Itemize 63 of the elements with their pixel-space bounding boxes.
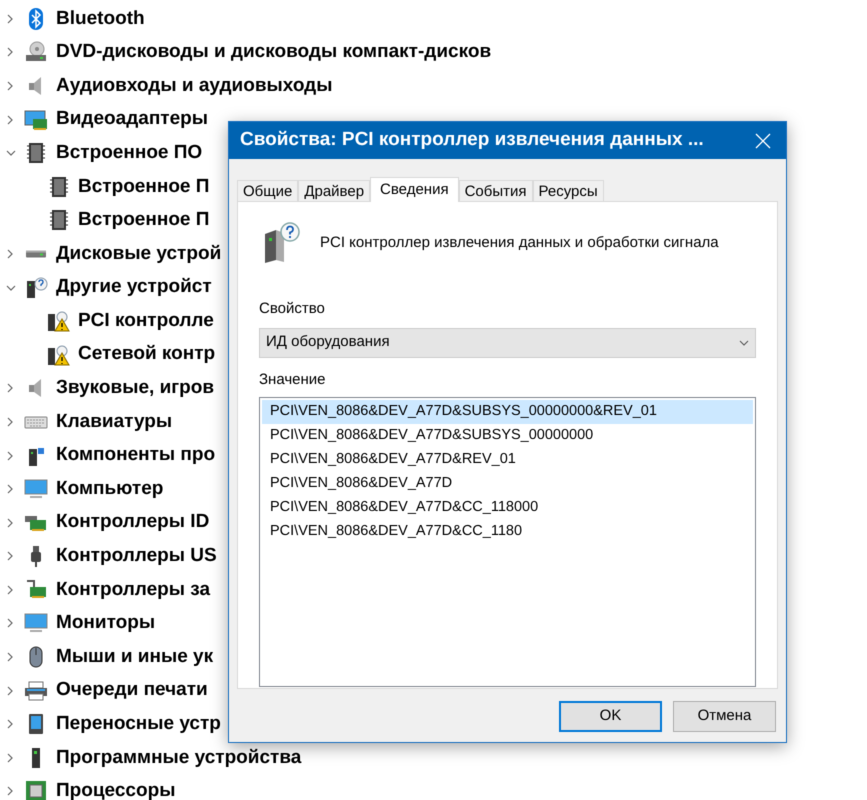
processor-icon — [25, 780, 47, 800]
list-item[interactable]: PCI\VEN_8086&DEV_A77D&CC_1180 — [262, 520, 753, 544]
tree-item[interactable]: Мыши и иные ук — [56, 642, 214, 672]
tree-item[interactable]: Очереди печати — [56, 676, 208, 705]
chip-icon — [49, 209, 69, 232]
tree-item[interactable]: Контроллеры за — [56, 576, 210, 604]
tree-item[interactable]: Переносные устр — [56, 710, 221, 739]
tree-item[interactable]: Сетевой контр — [78, 340, 216, 369]
chip-icon — [26, 142, 46, 164]
tree-item[interactable]: DVD-дисководы и дисководы компакт-дисков — [56, 38, 492, 67]
monitor-icon — [24, 478, 48, 500]
tree-item[interactable]: Встроенное П — [78, 172, 210, 202]
display-card-icon — [24, 108, 48, 131]
tree-item[interactable]: Клавиатуры — [56, 408, 172, 436]
chip-icon — [49, 176, 69, 198]
value-label: Значение — [259, 370, 327, 390]
tree-item[interactable]: PCI контролле — [78, 306, 214, 336]
chevron-down-icon — [739, 340, 749, 346]
list-item[interactable]: PCI\VEN_8086&DEV_A77D&SUBSYS_00000000 — [262, 424, 753, 448]
tree-item[interactable]: Контроллеры ID — [56, 508, 210, 537]
portable-device-icon — [26, 713, 46, 736]
dialog-button[interactable]: OK — [559, 701, 662, 732]
dialog-button[interactable]: Отмена — [673, 701, 776, 732]
tab[interactable]: События — [458, 180, 532, 201]
tab[interactable]: Драйвер — [298, 180, 370, 201]
tab[interactable]: Ресурсы — [532, 180, 604, 201]
close-icon — [755, 132, 771, 148]
tree-item[interactable]: Встроенное П — [78, 206, 210, 235]
property-label: Свойство — [259, 299, 326, 319]
printer-icon — [24, 680, 48, 702]
chevron-down-icon[interactable] — [6, 148, 16, 158]
tree-item[interactable]: Аудиовходы и аудиовыходы — [56, 72, 332, 100]
tab[interactable]: Сведения — [370, 177, 459, 202]
tree-item[interactable]: Компоненты про — [56, 441, 216, 470]
tree-item[interactable]: Встроенное ПО — [56, 138, 202, 168]
list-item[interactable]: PCI\VEN_8086&DEV_A77D — [262, 472, 753, 496]
warning-device-icon — [47, 344, 71, 366]
disk-drive-icon — [25, 250, 47, 258]
tree-item[interactable]: Дисковые устрой — [56, 240, 222, 268]
tree-item[interactable]: Процессоры — [56, 777, 176, 800]
list-item[interactable]: PCI\VEN_8086&DEV_A77D&SUBSYS_00000000&REV_01 — [262, 400, 753, 424]
bluetooth-icon — [26, 8, 46, 30]
tree-item[interactable]: Программные устройства — [56, 744, 302, 772]
tree-item[interactable]: Видеоадаптеры — [56, 105, 208, 134]
disc-drive-icon — [25, 41, 47, 64]
tree-item[interactable]: Другие устройст — [56, 273, 212, 302]
chevron-down-icon[interactable] — [6, 282, 16, 293]
device-name: PCI контроллер извлечения данных и обработки сигнала — [320, 232, 719, 253]
tree-item[interactable]: Bluetooth — [56, 4, 145, 34]
tab[interactable]: Общие — [237, 180, 298, 201]
monitor-icon — [24, 612, 48, 634]
unknown-device-icon — [24, 276, 48, 299]
window-title: Свойства: PCI контроллер извлечения данных ... — [240, 128, 704, 152]
controller-card-icon — [24, 578, 48, 601]
unknown-device-icon — [262, 222, 300, 264]
tree-item[interactable]: Мониторы — [56, 609, 156, 638]
warning-device-icon — [47, 310, 71, 332]
tree-item[interactable]: Звуковые, игров — [56, 374, 214, 403]
list-item[interactable]: PCI\VEN_8086&DEV_A77D&REV_01 — [262, 448, 753, 472]
tree-item[interactable]: Компьютер — [56, 474, 164, 504]
property-dropdown[interactable]: ИД оборудования — [259, 328, 756, 358]
list-item[interactable]: PCI\VEN_8086&DEV_A77D&CC_118000 — [262, 496, 753, 520]
tree-item[interactable]: Контроллеры US — [56, 542, 217, 571]
